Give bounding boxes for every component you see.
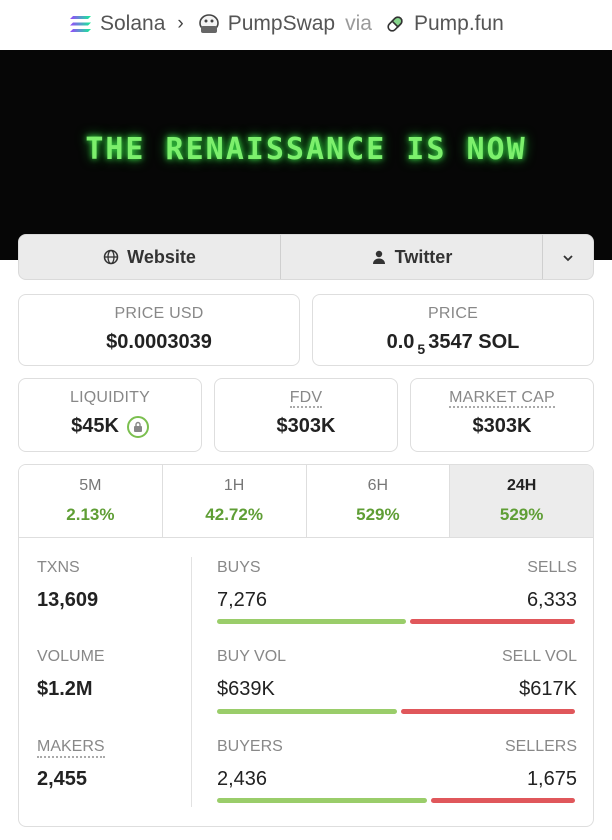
sell-bar-fill (410, 619, 575, 624)
market-cap-box: MARKET CAP $303K (410, 378, 594, 452)
sellers-label: SELLERS (504, 738, 577, 755)
makers-value: 2,455 (37, 768, 88, 790)
fdv-box: FDV $303K (214, 378, 398, 452)
buy-bar-fill (217, 798, 427, 803)
timeframe-tabs: 5M 2.13% 1H 42.72% 6H 529% 24H 529% (18, 464, 594, 538)
market-cap-label[interactable]: MARKET CAP (449, 389, 555, 408)
tab-change: 42.72% (205, 505, 263, 524)
txns-value: 13,609 (37, 589, 99, 611)
breadcrumb-dex[interactable]: PumpSwap (228, 12, 335, 36)
twitter-button[interactable]: Twitter (281, 235, 543, 279)
sell-bar-fill (401, 709, 575, 714)
volume-label: VOLUME (37, 648, 105, 665)
buy-sell-vol-bar (217, 709, 575, 714)
token-banner: THE RENAISSANCE IS NOW (0, 50, 612, 260)
sell-vol-label: SELL VOL (501, 648, 577, 665)
pumpswap-icon (196, 11, 222, 37)
price-native-digits: 3547 SOL (428, 331, 520, 353)
fdv-label[interactable]: FDV (289, 389, 323, 408)
social-links-bar: Website Twitter (18, 234, 594, 280)
website-label: Website (127, 246, 196, 267)
sell-bar-fill (430, 798, 575, 803)
sellers-value: 1,675 (526, 768, 577, 790)
price-native-value: 0.0 5 3547 SOL (313, 331, 593, 357)
makers-row: MAKERS 2,455 BUYERS 2,436 SELLERS 1,675 (19, 738, 595, 818)
lock-icon[interactable] (126, 415, 149, 438)
price-native-box: PRICE 0.0 5 3547 SOL (312, 294, 594, 366)
price-native-prefix: 0.0 (386, 331, 415, 353)
buys-label: BUYS (217, 559, 261, 576)
breadcrumb-chain[interactable]: Solana (100, 12, 165, 36)
tab-24h[interactable]: 24H 529% (450, 465, 593, 537)
buy-vol-value: $639K (217, 678, 275, 700)
website-button[interactable]: Website (19, 235, 281, 279)
fdv-value: $303K (276, 415, 336, 437)
more-links-dropdown[interactable] (543, 235, 593, 279)
makers-label[interactable]: MAKERS (37, 738, 105, 758)
txns-label: TXNS (37, 559, 80, 576)
buy-bar-fill (217, 709, 398, 714)
price-usd-value: $0.0003039 (106, 331, 212, 353)
buyers-label: BUYERS (217, 738, 283, 755)
trade-stats-panel: TXNS 13,609 BUYS 7,276 SELLS 6,333 VOLUM… (18, 537, 594, 827)
tab-6h[interactable]: 6H 529% (306, 465, 451, 537)
liquidity-value-row: $45K (19, 415, 201, 438)
price-native-subscript: 5 (417, 340, 426, 357)
liquidity-box: LIQUIDITY $45K (18, 378, 202, 452)
pill-icon (382, 11, 408, 37)
volume-value: $1.2M (37, 678, 93, 700)
user-icon (371, 249, 387, 265)
tab-change: 529% (499, 505, 544, 524)
buyers-value: 2,436 (217, 768, 268, 790)
buy-bar-fill (217, 619, 407, 624)
chevron-right-icon: › (177, 13, 184, 34)
twitter-label: Twitter (394, 246, 453, 267)
breadcrumb: Solana › PumpSwap via Pump.fun (0, 0, 612, 48)
tab-5m[interactable]: 5M 2.13% (19, 465, 163, 537)
buy-vol-label: BUY VOL (217, 648, 287, 665)
tab-1h[interactable]: 1H 42.72% (162, 465, 307, 537)
liquidity-value: $45K (71, 415, 119, 437)
price-usd-box: PRICE USD $0.0003039 (18, 294, 300, 366)
globe-icon (103, 249, 119, 265)
tab-label: 24H (506, 477, 537, 494)
volume-row: VOLUME $1.2M BUY VOL $639K SELL VOL $617… (19, 648, 595, 728)
tab-label: 6H (367, 477, 389, 494)
sells-value: 6,333 (526, 589, 577, 611)
price-native-label: PRICE (428, 305, 478, 322)
breadcrumb-via: via (345, 12, 372, 35)
buys-value: 7,276 (217, 589, 268, 611)
sell-vol-value: $617K (519, 678, 577, 700)
tab-label: 1H (223, 477, 245, 494)
sells-label: SELLS (527, 559, 577, 576)
liquidity-label: LIQUIDITY (69, 389, 151, 406)
price-usd-label: PRICE USD (114, 305, 204, 322)
buyers-sellers-bar (217, 798, 575, 803)
chevron-down-icon (561, 247, 575, 268)
buys-sells-bar (217, 619, 575, 624)
txns-row: TXNS 13,609 BUYS 7,276 SELLS 6,333 (19, 559, 595, 639)
tab-label: 5M (79, 477, 102, 494)
solana-icon (68, 11, 94, 37)
tab-change: 2.13% (66, 505, 115, 524)
tab-change: 529% (356, 505, 400, 524)
breadcrumb-launchpad[interactable]: Pump.fun (414, 12, 504, 36)
market-cap-value: $303K (472, 415, 532, 437)
